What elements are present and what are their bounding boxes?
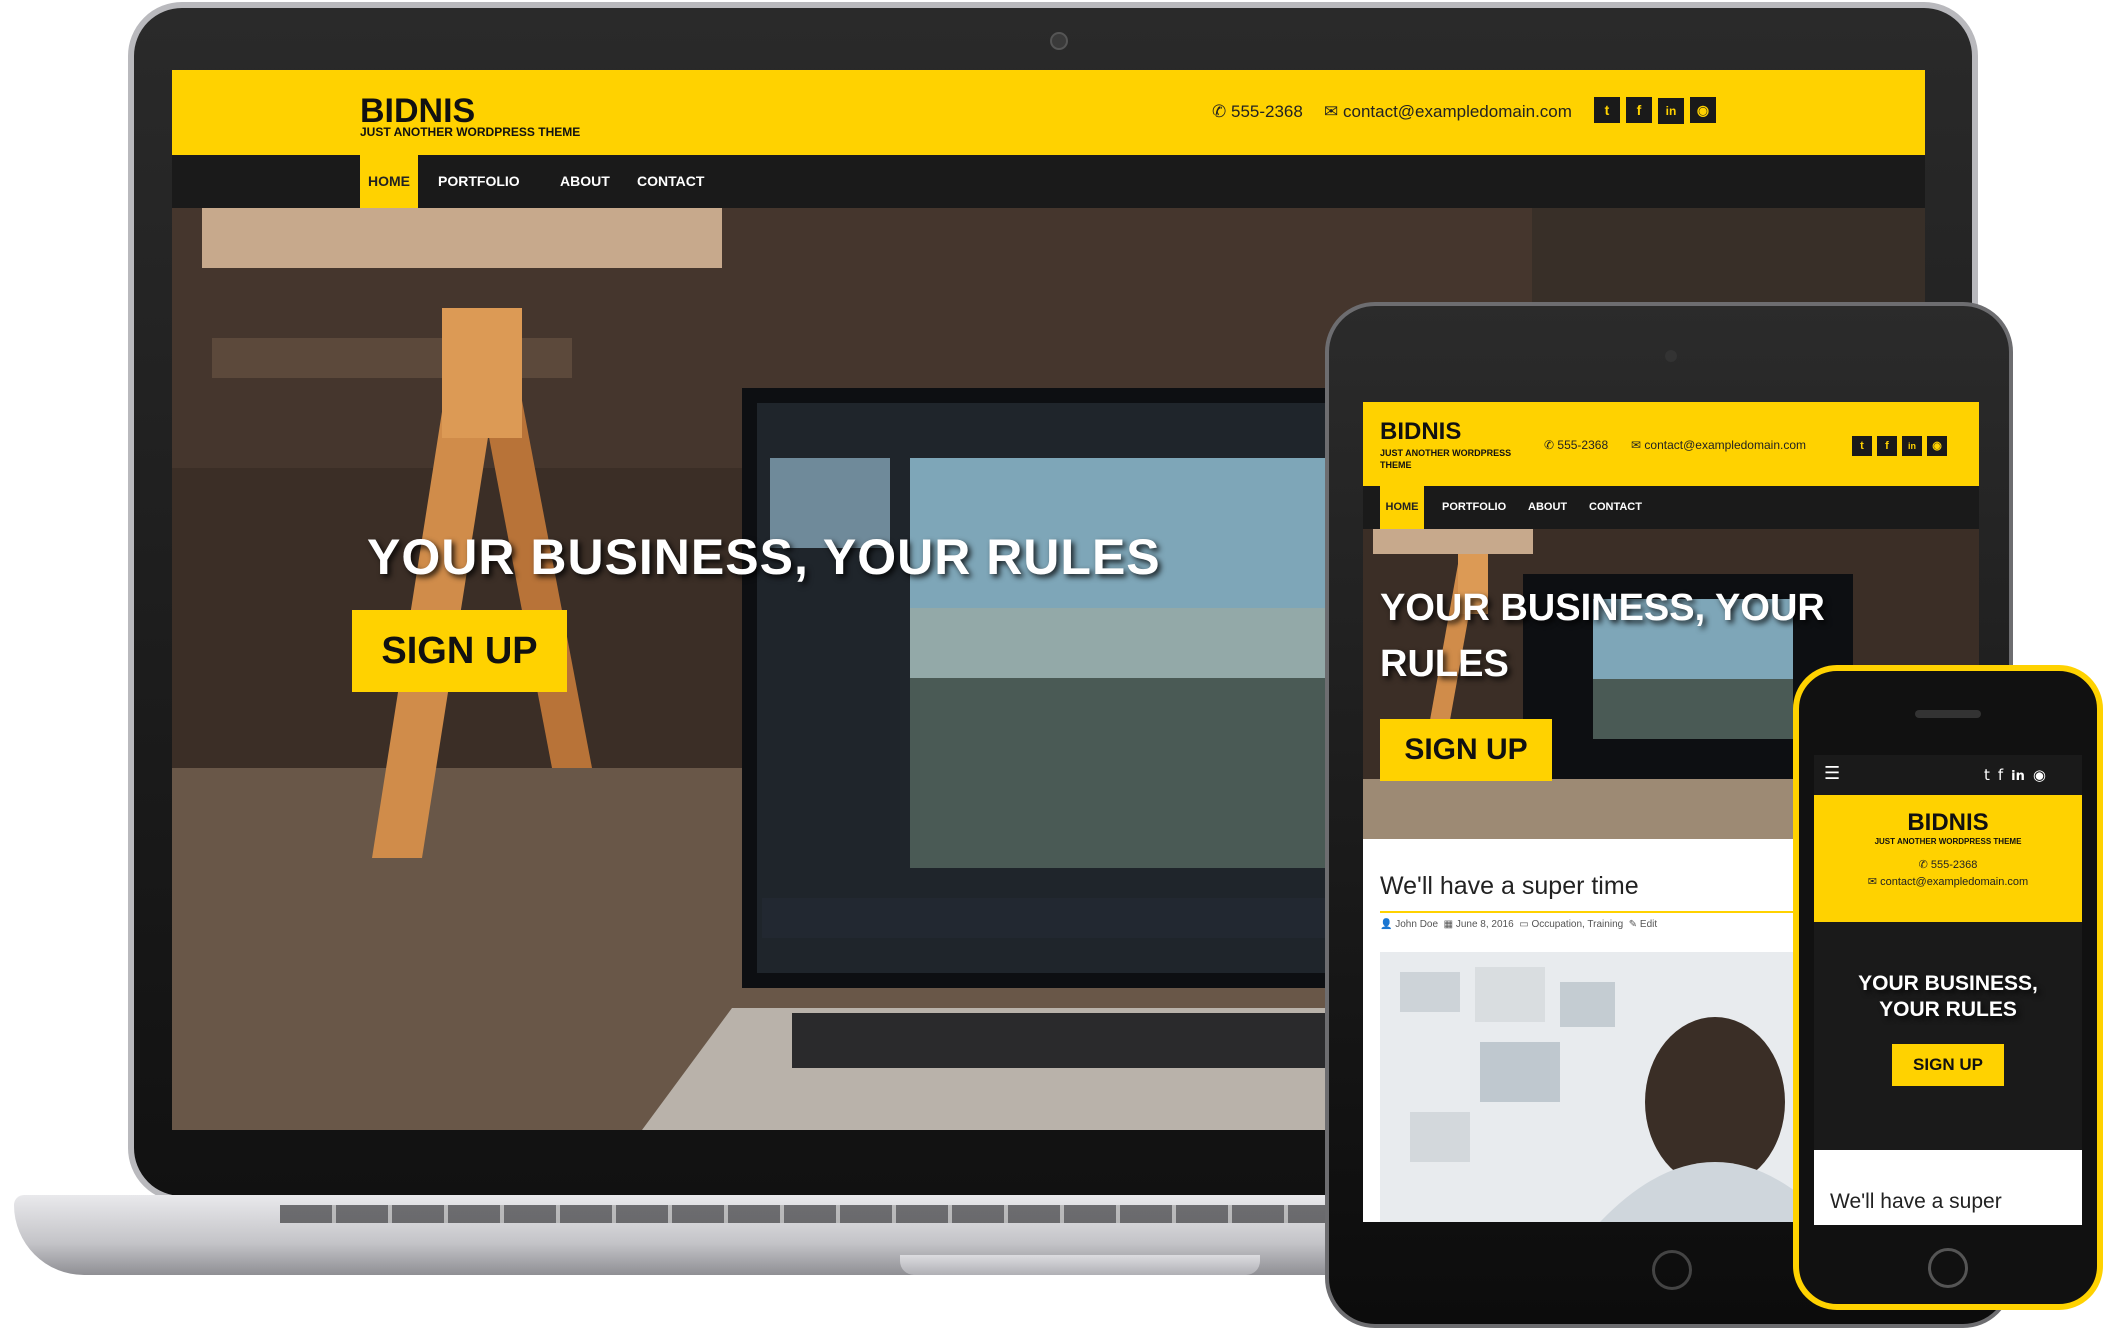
twitter-icon[interactable]: t — [1984, 766, 1990, 784]
phone-icon: ✆ — [1544, 438, 1555, 452]
tablet-header-email[interactable]: ✉ contact@exampledomain.com — [1631, 438, 1806, 452]
tablet-header: BIDNIS JUST ANOTHER WORDPRESS THEME ✆ 55… — [1363, 402, 1979, 486]
phone-hero-heading-line1: YOUR BUSINESS, — [1858, 972, 2038, 995]
tablet-email-text: contact@exampledomain.com — [1644, 438, 1806, 452]
tablet-post-title[interactable]: We'll have a super time — [1380, 872, 1639, 901]
nav-home[interactable]: HOME — [360, 155, 418, 208]
envelope-icon: ✉ — [1631, 438, 1642, 452]
tablet-site-title[interactable]: BIDNIS — [1380, 418, 1461, 446]
tablet-hero-heading-line1: YOUR BUSINESS, YOUR — [1380, 587, 1825, 629]
post-author[interactable]: John Doe — [1395, 919, 1438, 930]
signup-button[interactable]: SIGN UP — [352, 610, 567, 692]
tablet-social-links: t f in ◉ — [1852, 434, 1947, 456]
phone-post-title[interactable]: We'll have a super — [1830, 1190, 2002, 1214]
phone-topbar: ☰ t f in ◉ — [1814, 755, 2082, 795]
phone-content: We'll have a super — [1814, 1150, 2082, 1225]
tablet-nav-portfolio[interactable]: PORTFOLIO — [1442, 486, 1506, 529]
github-icon[interactable]: ◉ — [2033, 766, 2046, 784]
phone-screen: ☰ t f in ◉ BIDNIS JUST ANOTHER WORDPRESS TH… — [1814, 755, 2082, 1225]
tablet-hero-heading-line2: RULES — [1380, 643, 1509, 685]
phone-email-text: contact@exampledomain.com — [1880, 876, 2029, 888]
phone-header-phone[interactable]: ✆ 555-2368 — [1814, 858, 2082, 871]
phone-speaker — [1915, 710, 1981, 718]
calendar-icon: ▦ — [1443, 919, 1454, 930]
phone-hero: YOUR BUSINESS, YOUR RULES SIGN UP — [1814, 922, 2082, 1132]
linkedin-icon[interactable]: in — [1658, 98, 1684, 124]
post-categories[interactable]: Occupation, Training — [1531, 919, 1623, 930]
envelope-icon: ✉ — [1324, 102, 1339, 121]
tablet-nav-contact[interactable]: CONTACT — [1589, 486, 1642, 529]
github-icon[interactable]: ◉ — [1690, 97, 1716, 123]
facebook-icon[interactable]: f — [1626, 97, 1652, 123]
twitter-icon[interactable]: t — [1594, 97, 1620, 123]
github-icon[interactable]: ◉ — [1927, 436, 1947, 456]
post-edit-link[interactable]: Edit — [1640, 919, 1657, 930]
tablet-site-tagline-line2: THEME — [1380, 460, 1412, 470]
phone-icon: ✆ — [1212, 102, 1227, 121]
tablet-header-phone[interactable]: ✆ 555-2368 — [1544, 438, 1608, 452]
envelope-icon: ✉ — [1867, 876, 1878, 888]
facebook-icon[interactable]: f — [1877, 436, 1897, 456]
laptop-notch — [900, 1255, 1260, 1275]
header-phone-text: 555-2368 — [1230, 102, 1303, 121]
tablet-phone-text: 555-2368 — [1557, 438, 1609, 452]
tablet-nav-home[interactable]: HOME — [1380, 486, 1424, 529]
tablet-post-meta: 👤 John Doe ▦ June 8, 2016 ▭ Occupation, … — [1380, 919, 1657, 930]
phone-home-button — [1928, 1248, 1968, 1288]
tablet-nav-about[interactable]: ABOUT — [1528, 486, 1567, 529]
hamburger-icon[interactable]: ☰ — [1824, 763, 1840, 784]
tablet-home-button — [1652, 1250, 1692, 1290]
pencil-icon: ✎ — [1628, 919, 1638, 930]
post-date[interactable]: June 8, 2016 — [1456, 919, 1514, 930]
hero-heading: YOUR BUSINESS, YOUR RULES — [367, 529, 1161, 585]
phone-header: BIDNIS JUST ANOTHER WORDPRESS THEME ✆ 55… — [1814, 795, 2082, 922]
phone-icon: ✆ — [1918, 859, 1928, 871]
phone-phone-text: 555-2368 — [1930, 859, 1978, 871]
laptop-camera — [1050, 32, 1068, 50]
tablet-signup-button[interactable]: SIGN UP — [1380, 719, 1552, 781]
twitter-icon[interactable]: t — [1852, 436, 1872, 456]
facebook-icon[interactable]: f — [1998, 766, 2003, 784]
tablet-camera — [1665, 350, 1677, 362]
phone-hero-heading-line2: YOUR RULES — [1879, 998, 2017, 1021]
nav-portfolio[interactable]: PORTFOLIO — [438, 155, 520, 208]
user-icon: 👤 — [1380, 919, 1393, 930]
social-links: t f in ◉ — [1594, 97, 1716, 124]
header-phone[interactable]: ✆ 555-2368 — [1212, 102, 1303, 122]
tablet-site-tagline-line1: JUST ANOTHER WORDPRESS — [1380, 448, 1512, 458]
linkedin-icon[interactable]: in — [1902, 436, 1922, 456]
tablet-nav: HOME PORTFOLIO ABOUT CONTACT — [1363, 486, 1979, 529]
header-email-text: contact@exampledomain.com — [1342, 102, 1572, 121]
phone-signup-button[interactable]: SIGN UP — [1892, 1044, 2004, 1086]
folder-icon: ▭ — [1519, 919, 1529, 930]
nav-contact[interactable]: CONTACT — [637, 155, 704, 208]
phone-site-title[interactable]: BIDNIS — [1814, 809, 2082, 837]
phone-site-tagline: JUST ANOTHER WORDPRESS THEME — [1874, 837, 2022, 846]
linkedin-icon[interactable]: in — [2011, 769, 2025, 784]
phone-social-links: t f in ◉ — [1984, 765, 2046, 784]
phone-header-email[interactable]: ✉ contact@exampledomain.com — [1814, 875, 2082, 888]
site-tagline: JUST ANOTHER WORDPRESS THEME — [360, 125, 581, 139]
nav-about[interactable]: ABOUT — [560, 155, 610, 208]
main-nav: HOME PORTFOLIO ABOUT CONTACT — [172, 155, 1925, 208]
header-email[interactable]: ✉ contact@exampledomain.com — [1324, 102, 1572, 122]
site-header: BIDNIS JUST ANOTHER WORDPRESS THEME ✆ 55… — [172, 70, 1925, 155]
